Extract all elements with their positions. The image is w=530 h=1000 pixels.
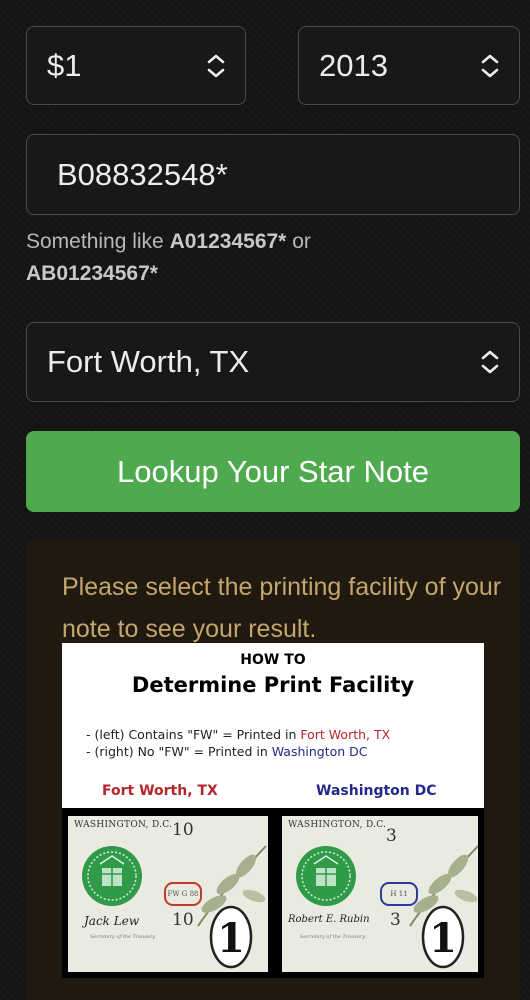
treasury-signature: Jack Lew — [84, 914, 140, 928]
location-select[interactable]: Fort Worth, TX — [26, 322, 520, 402]
denomination-one-icon: 1 — [209, 905, 253, 969]
how-to-infographic: HOW TO Determine Print Facility - (left)… — [62, 643, 484, 808]
year-value: 2013 — [319, 47, 388, 83]
note-position-number-lower: 10 — [172, 910, 194, 930]
chevron-up-down-icon — [207, 54, 225, 77]
serial-hint: Something like A01234567* or AB01234567* — [26, 226, 506, 290]
hint-example-2: AB01234567* — [26, 262, 158, 285]
signature-title: Secretary of the Treasury — [90, 934, 156, 940]
result-message: Please select the printing facility of y… — [62, 573, 502, 643]
denomination-select[interactable]: $1 — [26, 26, 246, 105]
note-comparison: WASHINGTON, D.C. 10 FW G 88 Jack Lew 10 … — [62, 808, 484, 978]
location-value: Fort Worth, TX — [47, 344, 250, 379]
howto-line-right-text: - (right) No "FW" = Printed in — [86, 744, 272, 759]
howto-line-left: - (left) Contains "FW" = Printed in Fort… — [86, 727, 390, 742]
treasury-seal-icon — [296, 846, 356, 906]
note-image-fort-worth: WASHINGTON, D.C. 10 FW G 88 Jack Lew 10 … — [68, 816, 268, 972]
washington-label: Washington DC — [316, 783, 437, 799]
svg-text:1: 1 — [217, 915, 245, 962]
year-select[interactable]: 2013 — [298, 26, 520, 105]
plate-id-marker: H 11 — [380, 882, 418, 906]
chevron-up-down-icon — [481, 54, 499, 77]
denomination-one-icon: 1 — [421, 905, 465, 969]
treasury-signature: Robert E. Rubin — [288, 914, 370, 925]
chevron-up-down-icon — [481, 350, 499, 374]
note-position-number-lower: 3 — [390, 910, 401, 930]
fort-worth-label: Fort Worth, TX — [102, 783, 218, 799]
note-header: WASHINGTON, D.C. — [288, 820, 387, 830]
howto-title-small: HOW TO — [240, 652, 306, 668]
howto-line-right-place: Washington DC — [271, 744, 368, 759]
lookup-button[interactable]: Lookup Your Star Note — [26, 431, 520, 512]
howto-line-right: - (right) No "FW" = Printed in Washingto… — [86, 744, 368, 759]
note-position-number: 3 — [386, 826, 397, 846]
hint-example-1: A01234567* — [169, 230, 287, 253]
svg-text:1: 1 — [429, 915, 457, 962]
denomination-value: $1 — [47, 47, 82, 83]
howto-line-left-text: - (left) Contains "FW" = Printed in — [86, 727, 301, 742]
signature-title: Secretary of the Treasury — [300, 934, 366, 940]
serial-number-input[interactable]: B08832548* — [26, 134, 520, 215]
hint-prefix: Something like — [26, 230, 170, 253]
serial-number-value: B08832548* — [57, 156, 228, 192]
note-image-washington: WASHINGTON, D.C. 3 H 11 Robert E. Rubin … — [282, 816, 478, 972]
howto-title-large: Determine Print Facility — [131, 673, 415, 697]
plate-id-marker: FW G 88 — [164, 882, 202, 906]
treasury-seal-icon — [82, 846, 142, 906]
howto-line-left-place: Fort Worth, TX — [300, 727, 391, 742]
hint-or: or — [286, 230, 311, 253]
note-header: WASHINGTON, D.C. — [74, 820, 173, 830]
